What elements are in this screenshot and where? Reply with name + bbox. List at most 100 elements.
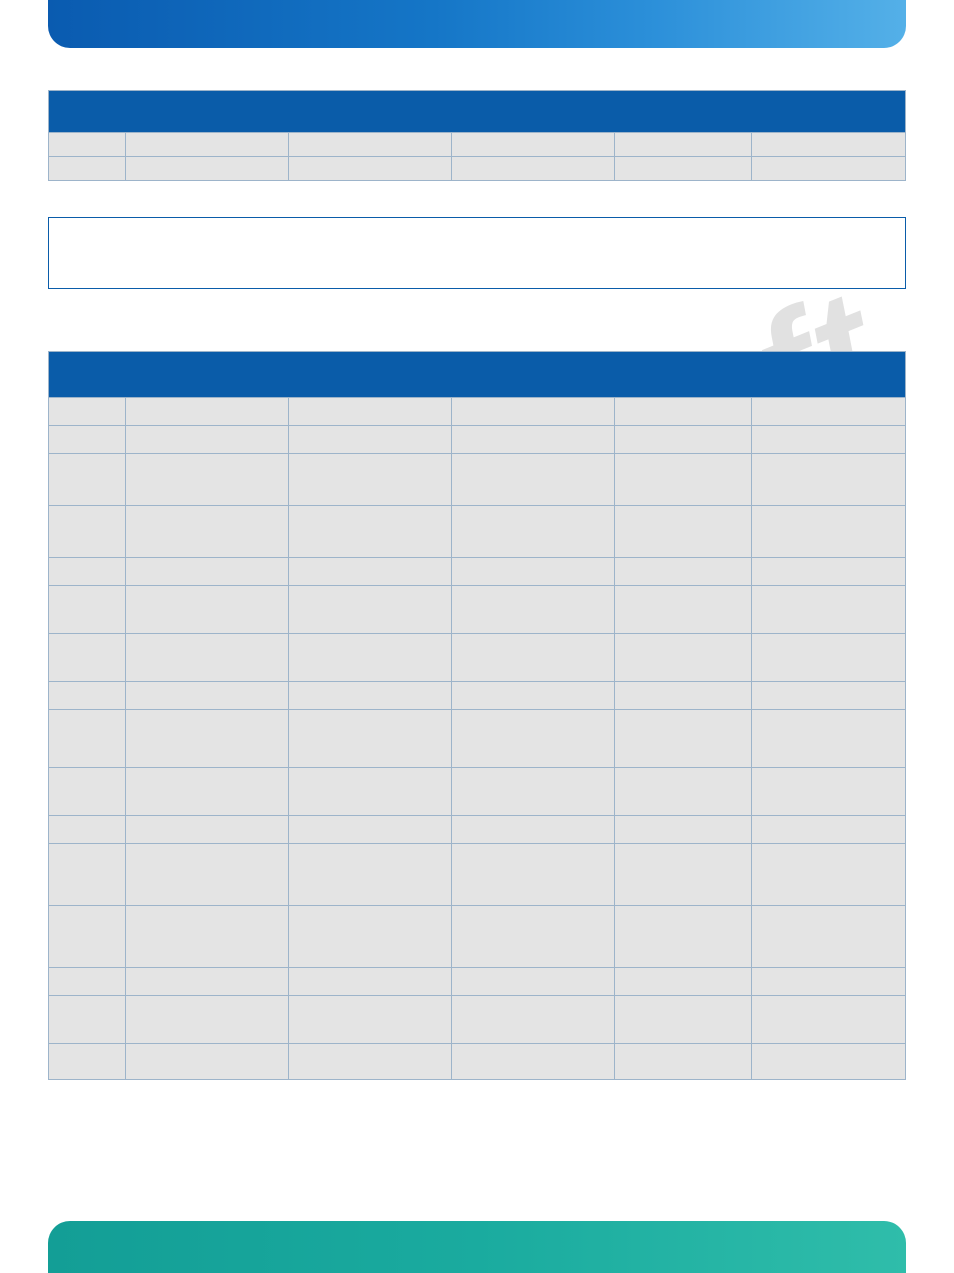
cell bbox=[614, 816, 751, 844]
cell bbox=[451, 133, 614, 157]
table-2-wrap bbox=[48, 351, 906, 1080]
cell bbox=[49, 506, 126, 558]
cell bbox=[751, 454, 905, 506]
cell bbox=[614, 133, 751, 157]
cell bbox=[751, 768, 905, 816]
table-row bbox=[49, 586, 906, 634]
cell bbox=[614, 426, 751, 454]
cell bbox=[751, 816, 905, 844]
cell bbox=[614, 768, 751, 816]
cell bbox=[751, 968, 905, 996]
cell bbox=[751, 426, 905, 454]
cell bbox=[614, 558, 751, 586]
cell bbox=[288, 844, 451, 906]
cell bbox=[126, 682, 289, 710]
table-row bbox=[49, 1044, 906, 1080]
cell bbox=[451, 634, 614, 682]
cell bbox=[49, 682, 126, 710]
cell bbox=[49, 157, 126, 181]
cell bbox=[288, 454, 451, 506]
cell bbox=[126, 454, 289, 506]
cell bbox=[451, 906, 614, 968]
cell bbox=[288, 157, 451, 181]
cell bbox=[451, 398, 614, 426]
cell bbox=[451, 506, 614, 558]
cell bbox=[751, 133, 905, 157]
table-row bbox=[49, 906, 906, 968]
cell bbox=[126, 816, 289, 844]
cell bbox=[49, 968, 126, 996]
cell bbox=[49, 768, 126, 816]
cell bbox=[126, 1044, 289, 1080]
callout-box bbox=[48, 217, 906, 289]
cell bbox=[751, 398, 905, 426]
table-row bbox=[49, 968, 906, 996]
content-area bbox=[48, 90, 906, 1080]
cell bbox=[751, 682, 905, 710]
cell bbox=[126, 634, 289, 682]
cell bbox=[49, 710, 126, 768]
cell bbox=[614, 454, 751, 506]
cell bbox=[614, 506, 751, 558]
cell bbox=[751, 844, 905, 906]
cell bbox=[614, 157, 751, 181]
cell bbox=[288, 133, 451, 157]
cell bbox=[751, 157, 905, 181]
table-row bbox=[49, 133, 906, 157]
cell bbox=[49, 398, 126, 426]
cell bbox=[614, 968, 751, 996]
cell bbox=[288, 1044, 451, 1080]
cell bbox=[451, 968, 614, 996]
cell bbox=[49, 634, 126, 682]
cell bbox=[288, 506, 451, 558]
top-banner bbox=[48, 0, 906, 48]
cell bbox=[451, 816, 614, 844]
cell bbox=[288, 996, 451, 1044]
cell bbox=[49, 996, 126, 1044]
cell bbox=[288, 558, 451, 586]
cell bbox=[751, 996, 905, 1044]
cell bbox=[288, 906, 451, 968]
cell bbox=[288, 816, 451, 844]
cell bbox=[288, 634, 451, 682]
cell bbox=[126, 398, 289, 426]
table-row bbox=[49, 398, 906, 426]
cell bbox=[126, 906, 289, 968]
cell bbox=[49, 133, 126, 157]
cell bbox=[614, 710, 751, 768]
cell bbox=[614, 844, 751, 906]
cell bbox=[126, 586, 289, 634]
cell bbox=[451, 1044, 614, 1080]
table-2 bbox=[48, 351, 906, 1080]
table-2-header bbox=[49, 352, 906, 398]
cell bbox=[49, 844, 126, 906]
cell bbox=[614, 996, 751, 1044]
cell bbox=[614, 906, 751, 968]
cell bbox=[614, 586, 751, 634]
cell bbox=[288, 586, 451, 634]
cell bbox=[126, 157, 289, 181]
cell bbox=[614, 398, 751, 426]
cell bbox=[49, 1044, 126, 1080]
cell bbox=[451, 558, 614, 586]
cell bbox=[49, 906, 126, 968]
table-row bbox=[49, 844, 906, 906]
cell bbox=[451, 710, 614, 768]
cell bbox=[126, 426, 289, 454]
table-row bbox=[49, 426, 906, 454]
cell bbox=[288, 968, 451, 996]
cell bbox=[288, 710, 451, 768]
cell bbox=[451, 586, 614, 634]
cell bbox=[126, 133, 289, 157]
table-row bbox=[49, 816, 906, 844]
cell bbox=[614, 634, 751, 682]
cell bbox=[288, 682, 451, 710]
cell bbox=[126, 710, 289, 768]
page: Draft bbox=[0, 0, 954, 1273]
cell bbox=[451, 157, 614, 181]
cell bbox=[126, 844, 289, 906]
cell bbox=[49, 454, 126, 506]
table-row bbox=[49, 710, 906, 768]
table-row bbox=[49, 768, 906, 816]
bottom-banner bbox=[48, 1221, 906, 1273]
